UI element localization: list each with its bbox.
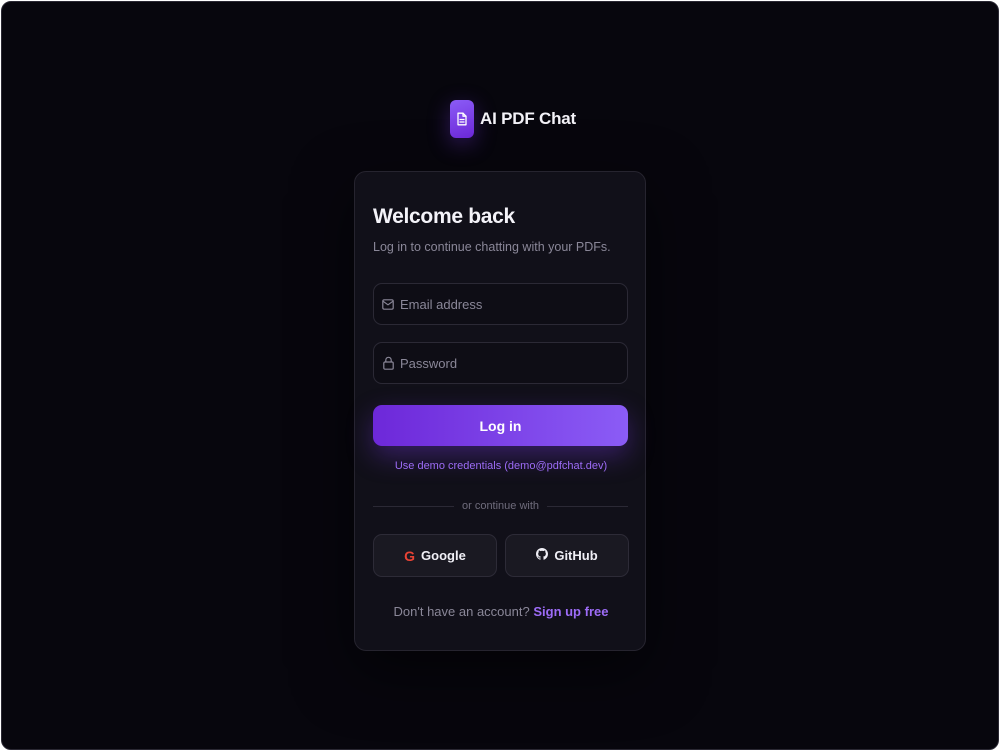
password-input[interactable] — [400, 355, 627, 371]
google-login-button[interactable]: G Google — [373, 534, 497, 577]
github-label: GitHub — [554, 548, 598, 563]
login-card: Welcome back Log in to continue chatting… — [354, 171, 646, 651]
github-icon — [536, 548, 549, 563]
github-login-button[interactable]: GitHub — [505, 534, 629, 577]
divider: or continue with — [373, 499, 629, 513]
page-subtitle: Log in to continue chatting with your PD… — [373, 240, 611, 254]
email-input[interactable] — [400, 296, 627, 312]
brand-name: AI PDF Chat — [480, 109, 577, 128]
google-label: Google — [421, 548, 466, 563]
mail-icon — [382, 297, 394, 311]
lock-icon — [382, 356, 394, 370]
login-button[interactable]: Log in — [373, 405, 628, 446]
divider-line-left — [373, 505, 454, 507]
brand-header: AI PDF Chat — [450, 100, 576, 138]
signup-prompt-text: Don't have an account? — [393, 604, 530, 619]
document-icon — [450, 100, 474, 138]
email-field[interactable] — [373, 283, 628, 325]
app-window: AI PDF Chat Welcome back Log in to conti… — [1, 1, 999, 750]
divider-line-right — [547, 505, 629, 507]
divider-text: or continue with — [461, 500, 540, 512]
password-field[interactable] — [373, 342, 628, 384]
demo-credentials-link[interactable]: Use demo credentials (demo@pdfchat.dev) — [355, 460, 647, 472]
signup-link[interactable]: Sign up free — [533, 604, 608, 619]
signup-prompt: Don't have an account? Sign up free — [355, 604, 647, 619]
google-icon: G — [404, 547, 416, 564]
page-title: Welcome back — [373, 205, 515, 228]
